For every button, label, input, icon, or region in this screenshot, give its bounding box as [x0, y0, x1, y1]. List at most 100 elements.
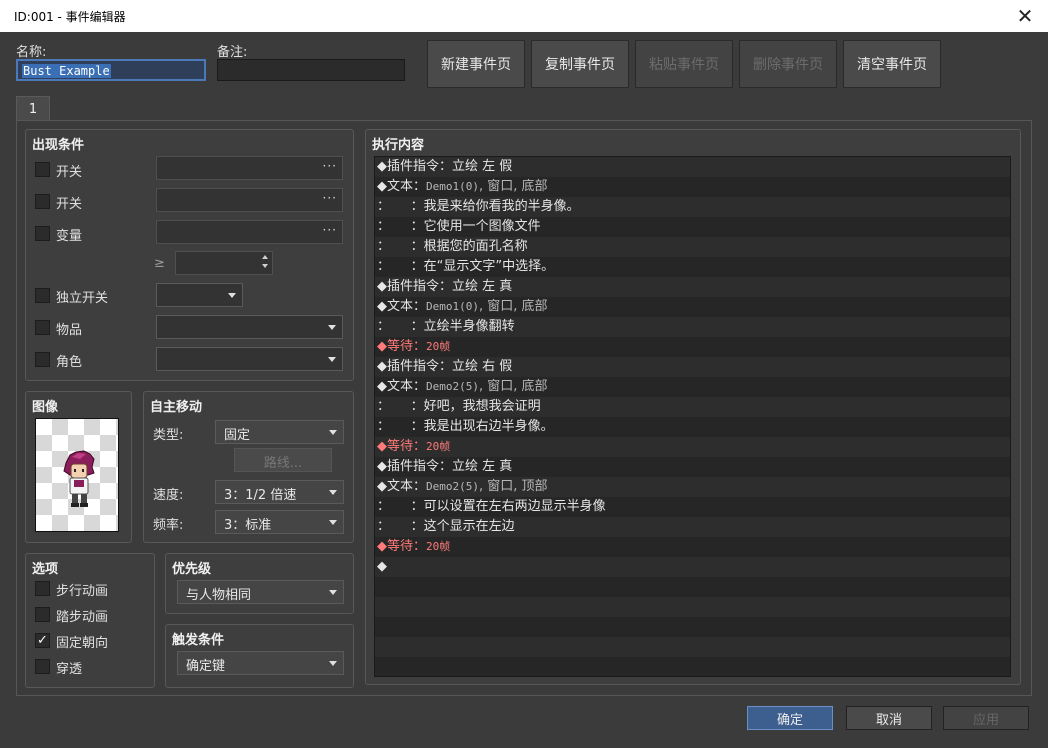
command-text: ： ：它使用一个图像文件 — [377, 219, 541, 234]
variable-field[interactable]: ··· — [156, 220, 343, 244]
ellipsis-icon: ··· — [322, 191, 337, 205]
movement-type-select[interactable]: 固定 — [215, 420, 344, 444]
command-row[interactable]: ◆等待：20帧 — [375, 437, 1010, 457]
switch2-checkbox[interactable] — [35, 194, 50, 209]
command-text: ◆等待： — [377, 539, 426, 554]
window-param: , 窗口, 顶部 — [478, 479, 548, 494]
chevron-down-icon — [228, 293, 236, 298]
command-row[interactable]: ： ：好吧，我想我会证明 — [375, 397, 1010, 417]
window-param: , 窗口, 底部 — [478, 179, 548, 194]
face-param: Demo2(5) — [426, 480, 479, 493]
direction-fix-checkbox[interactable]: ✓ — [35, 633, 50, 648]
paste-page-button[interactable]: 粘贴事件页 — [635, 40, 733, 88]
ellipsis-icon: ··· — [322, 223, 337, 237]
item-select[interactable] — [156, 315, 343, 339]
image-title: 图像 — [32, 400, 59, 415]
wait-frames: 20帧 — [426, 540, 451, 553]
command-row[interactable]: ： ：我是来给你看我的半身像。 — [375, 197, 1010, 217]
command-row[interactable]: ◆ — [375, 557, 1010, 577]
command-row[interactable]: ： ：立绘半身像翻转 — [375, 317, 1010, 337]
switch1-field[interactable]: ··· — [156, 156, 343, 180]
command-row[interactable]: ◆等待：20帧 — [375, 537, 1010, 557]
command-row[interactable]: ： ：这个显示在左边 — [375, 517, 1010, 537]
command-row[interactable]: ： ：它使用一个图像文件 — [375, 217, 1010, 237]
walking-anim-checkbox[interactable] — [35, 581, 50, 596]
copy-page-button[interactable]: 复制事件页 — [531, 40, 629, 88]
speed-select[interactable]: 3：1/2 倍速 — [215, 480, 344, 504]
new-page-button[interactable]: 新建事件页 — [427, 40, 525, 88]
event-page: 出现条件 开关 ··· 开关 ··· 变量 ··· ≥ 独立开关 物品 角色 图… — [16, 120, 1032, 696]
command-row[interactable]: ◆插件指令：立绘 左 真 — [375, 457, 1010, 477]
window-param: , 窗口, 底部 — [478, 379, 548, 394]
type-label: 类型: — [153, 428, 184, 443]
movement-type-value: 固定 — [224, 428, 251, 443]
command-row[interactable]: ◆文本：Demo2(5), 窗口, 底部 — [375, 377, 1010, 397]
chevron-down-icon — [329, 590, 337, 595]
stepping-anim-checkbox[interactable] — [35, 607, 50, 622]
ok-button[interactable]: 确定 — [747, 706, 833, 730]
command-row[interactable]: ： ：我是出现右边半身像。 — [375, 417, 1010, 437]
switch2-field[interactable]: ··· — [156, 188, 343, 212]
item-checkbox[interactable] — [35, 320, 50, 335]
command-row[interactable]: ： ：可以设置在左右两边显示半身像 — [375, 497, 1010, 517]
self-switch-select[interactable] — [156, 283, 243, 307]
close-icon[interactable]: ✕ — [1002, 0, 1048, 32]
switch2-label: 开关 — [56, 197, 83, 212]
spin-up-icon[interactable] — [262, 255, 268, 259]
gte-label: ≥ — [154, 256, 165, 271]
command-text: ◆文本： — [377, 179, 426, 194]
actor-checkbox[interactable] — [35, 352, 50, 367]
tab-page-1[interactable]: 1 — [16, 96, 50, 122]
command-row[interactable]: ◆插件指令：立绘 左 真 — [375, 277, 1010, 297]
stepping-anim-label: 踏步动画 — [56, 610, 109, 625]
command-row[interactable]: ◆插件指令：立绘 右 假 — [375, 357, 1010, 377]
variable-label: 变量 — [56, 229, 83, 244]
trigger-value: 确定键 — [186, 659, 226, 674]
contents-group: 执行内容 ◆插件指令：立绘 左 假 ◆文本：Demo1(0), 窗口, 底部 ：… — [365, 129, 1021, 685]
command-row[interactable]: ◆文本：Demo2(5), 窗口, 顶部 — [375, 477, 1010, 497]
delete-page-button[interactable]: 删除事件页 — [739, 40, 837, 88]
window-param: , 窗口, 底部 — [478, 299, 548, 314]
command-row[interactable]: ◆文本：Demo1(0), 窗口, 底部 — [375, 177, 1010, 197]
cancel-button[interactable]: 取消 — [846, 706, 932, 730]
variable-value-spinner[interactable] — [175, 251, 273, 275]
clear-page-button[interactable]: 清空事件页 — [843, 40, 941, 88]
wait-frames: 20帧 — [426, 440, 451, 453]
command-text: ： ：可以设置在左右两边显示半身像 — [377, 499, 606, 514]
frequency-select[interactable]: 3：标准 — [215, 510, 344, 534]
options-title: 选项 — [32, 562, 59, 577]
character-image[interactable] — [35, 418, 119, 532]
window-title: ID:001 - 事件编辑器 — [14, 10, 126, 24]
switch1-checkbox[interactable] — [35, 162, 50, 177]
trigger-title: 触发条件 — [172, 633, 225, 648]
command-row[interactable]: ◆文本：Demo1(0), 窗口, 底部 — [375, 297, 1010, 317]
command-text: ◆插件指令：立绘 左 真 — [377, 279, 513, 294]
actor-select[interactable] — [156, 347, 343, 371]
route-button[interactable]: 路线... — [234, 448, 332, 472]
through-checkbox[interactable] — [35, 659, 50, 674]
apply-button[interactable]: 应用 — [943, 706, 1029, 730]
variable-checkbox[interactable] — [35, 226, 50, 241]
priority-select[interactable]: 与人物相同 — [177, 580, 344, 604]
spin-down-icon[interactable] — [262, 264, 268, 268]
command-row[interactable]: ◆插件指令：立绘 左 假 — [375, 157, 1010, 177]
movement-group: 自主移动 类型: 固定 路线... 速度: 3：1/2 倍速 频率: 3：标准 — [143, 391, 354, 543]
command-text: ◆文本： — [377, 299, 426, 314]
note-input[interactable] — [217, 59, 405, 81]
command-list[interactable]: ◆插件指令：立绘 左 假 ◆文本：Demo1(0), 窗口, 底部 ： ：我是来… — [374, 156, 1011, 677]
trigger-select[interactable]: 确定键 — [177, 651, 344, 675]
command-row[interactable]: ： ：在“显示文字”中选择。 — [375, 257, 1010, 277]
image-group: 图像 — [25, 391, 132, 543]
command-text: ： ：这个显示在左边 — [377, 519, 515, 534]
self-switch-checkbox[interactable] — [35, 288, 50, 303]
command-text: ： ：立绘半身像翻转 — [377, 319, 515, 334]
command-text: ◆插件指令：立绘 右 假 — [377, 359, 513, 374]
command-text: ◆ — [377, 559, 387, 574]
chevron-down-icon — [329, 490, 337, 495]
name-input[interactable]: Bust Example — [16, 59, 206, 81]
command-text: ◆插件指令：立绘 左 真 — [377, 459, 513, 474]
command-row[interactable]: ◆等待：20帧 — [375, 337, 1010, 357]
note-label: 备注: — [217, 45, 248, 60]
command-row[interactable]: ： ：根据您的面孔名称 — [375, 237, 1010, 257]
empty-row — [375, 637, 1010, 657]
